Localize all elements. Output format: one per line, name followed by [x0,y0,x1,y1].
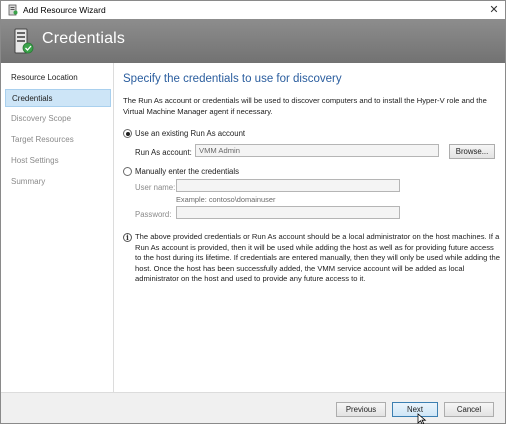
wizard-header: Credentials [1,19,505,63]
next-button[interactable]: Next [392,402,438,417]
add-resource-wizard-window: Add Resource Wizard ✕ Credentials Resour… [0,0,506,424]
user-name-field[interactable] [176,179,400,192]
password-field[interactable] [176,206,400,219]
sidebar-item-credentials[interactable]: Credentials [5,89,111,107]
browse-button[interactable]: Browse... [449,144,495,159]
wizard-app-icon [8,4,18,16]
run-as-account-field[interactable]: VMM Admin [195,144,439,157]
credentials-page: Specify the credentials to use for disco… [115,63,505,392]
title-bar: Add Resource Wizard ✕ [1,1,505,19]
close-icon[interactable]: ✕ [487,3,501,17]
sidebar-item-host-settings: Host Settings [11,156,59,165]
section-heading: Specify the credentials to use for disco… [123,73,342,85]
sidebar-item-discovery-scope: Discovery Scope [11,114,72,123]
section-description: The Run As account or credentials will b… [123,96,487,116]
server-credentials-icon [14,28,34,54]
wizard-footer: Previous Next Cancel [1,392,505,423]
page-title: Credentials [42,30,126,47]
info-icon: i [123,233,132,242]
use-existing-run-as-radio[interactable] [123,129,132,138]
window-title: Add Resource Wizard [23,5,106,15]
info-note: The above provided credentials or Run As… [135,232,500,283]
manual-credentials-radio[interactable] [123,167,132,176]
manual-credentials-label[interactable]: Manually enter the credentials [135,167,239,176]
sidebar-item-summary: Summary [11,177,46,186]
user-name-label: User name: [135,183,176,192]
run-as-account-label: Run As account: [135,148,192,157]
use-existing-run-as-label[interactable]: Use an existing Run As account [135,129,245,138]
user-name-example: Example: contoso\domainuser [176,195,276,204]
wizard-steps-sidebar: Resource Location Credentials Discovery … [1,63,114,392]
sidebar-item-target-resources: Target Resources [11,135,74,144]
mouse-cursor-icon [417,413,427,424]
previous-button[interactable]: Previous [336,402,386,417]
cancel-button[interactable]: Cancel [444,402,494,417]
sidebar-item-resource-location[interactable]: Resource Location [5,69,111,87]
password-label: Password: [135,210,172,219]
